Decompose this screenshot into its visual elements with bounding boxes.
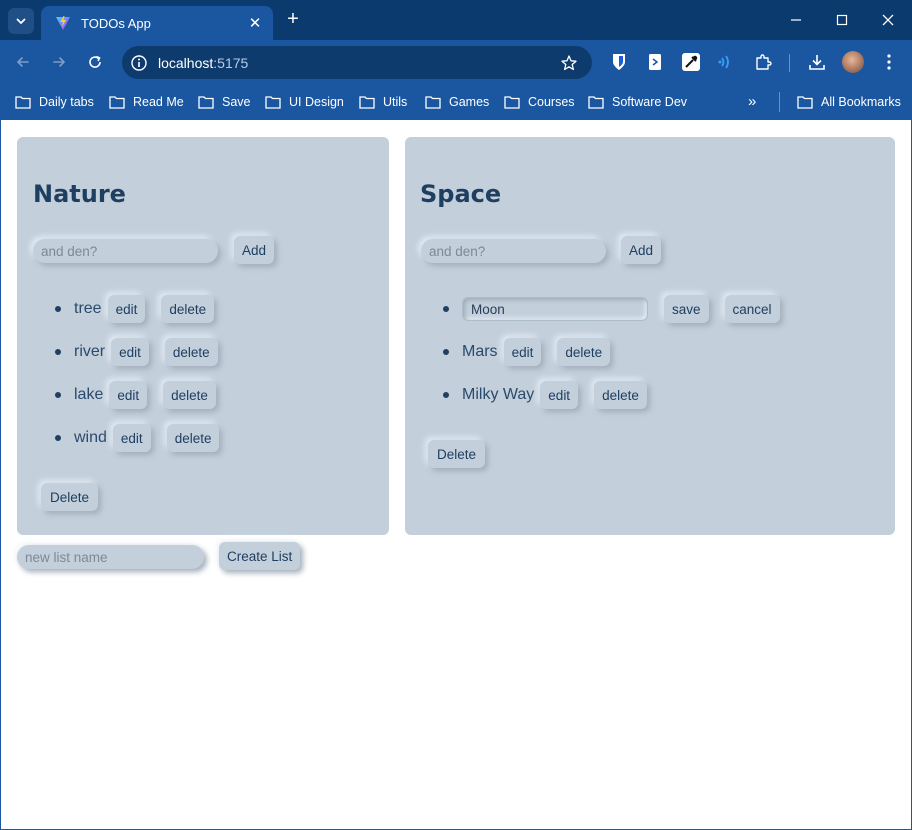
document-extension-icon[interactable] [645, 52, 665, 72]
todo-list-card: Nature Add tree edit delete river edit d… [17, 137, 389, 535]
folder-icon [198, 96, 214, 109]
delete-list-button[interactable]: Delete [41, 483, 99, 511]
info-icon[interactable] [130, 54, 148, 72]
bookmark-folder[interactable]: Software Dev [588, 92, 687, 112]
edit-button[interactable]: edit [503, 338, 542, 366]
color-picker-extension-icon[interactable] [681, 52, 701, 72]
add-todo-button[interactable]: Add [621, 236, 662, 264]
todo-text: Milky Way [462, 386, 535, 403]
delete-todo-button[interactable]: delete [594, 381, 647, 409]
create-list-button[interactable]: Create List [219, 542, 301, 570]
folder-icon [109, 96, 125, 109]
list-item: Mars edit delete [443, 338, 611, 366]
bookmark-folder[interactable]: Daily tabs [15, 92, 94, 112]
folder-icon [588, 96, 604, 109]
profile-avatar[interactable] [842, 51, 864, 73]
edit-button[interactable]: edit [540, 381, 579, 409]
browser-toolbar: localhost:5175 [0, 40, 912, 84]
kebab-menu-icon[interactable] [879, 52, 899, 72]
delete-todo-button[interactable]: delete [166, 424, 220, 452]
bullet [443, 306, 449, 312]
folder-icon [425, 96, 441, 109]
folder-icon [15, 96, 31, 109]
folder-icon [359, 96, 375, 109]
todo-list-card: Space Add save cancel Mars edit delete M… [405, 137, 895, 535]
maximize-icon[interactable] [830, 8, 854, 32]
new-list-name-input[interactable] [17, 545, 204, 569]
add-todo-input[interactable] [33, 239, 218, 263]
bullet [443, 349, 449, 355]
bookmarks-bar: Daily tabs Read Me Save UI Design Utils … [0, 84, 912, 120]
list-item: Milky Way edit delete [443, 381, 647, 409]
forward-icon[interactable] [47, 50, 71, 74]
add-todo-input[interactable] [421, 239, 606, 263]
add-todo-button[interactable]: Add [234, 236, 275, 264]
close-window-icon[interactable] [876, 8, 900, 32]
todo-text: river [74, 343, 106, 360]
list-item: river edit delete [55, 338, 218, 366]
list-item: tree edit delete [55, 295, 215, 323]
delete-todo-button[interactable]: delete [161, 295, 215, 323]
list-item: wind edit delete [55, 424, 220, 452]
bookmark-folder[interactable]: Utils [359, 92, 407, 112]
folder-icon [797, 96, 813, 109]
edit-button[interactable]: edit [112, 424, 151, 452]
bullet [443, 392, 449, 398]
browser-tab[interactable]: TODOs App ✕ [41, 6, 273, 40]
url-text: localhost:5175 [158, 55, 249, 71]
bookmark-folder[interactable]: Games [425, 92, 489, 112]
edit-button[interactable]: edit [109, 381, 148, 409]
more-bookmarks-icon[interactable]: » [748, 93, 756, 110]
toolbar-separator [789, 54, 790, 72]
todo-text: wind [74, 429, 107, 446]
folder-icon [504, 96, 520, 109]
minimize-icon[interactable] [784, 8, 808, 32]
bookmark-folder[interactable]: UI Design [265, 92, 344, 112]
list-title: Nature [33, 180, 126, 208]
bullet [55, 306, 61, 312]
list-item: lake edit delete [55, 381, 216, 409]
bookmarks-separator [779, 92, 780, 112]
bookmark-folder[interactable]: Courses [504, 92, 575, 112]
vite-logo-icon [56, 16, 70, 30]
delete-todo-button[interactable]: delete [557, 338, 611, 366]
edit-button[interactable]: edit [107, 295, 146, 323]
list-item-editing: save cancel [443, 295, 780, 323]
download-icon[interactable] [807, 52, 827, 72]
cancel-button[interactable]: cancel [724, 295, 780, 323]
bullet [55, 349, 61, 355]
bookmark-star-icon[interactable] [560, 54, 578, 72]
all-bookmarks-folder[interactable]: All Bookmarks [797, 92, 901, 112]
todo-text: Mars [462, 343, 498, 360]
bullet [55, 392, 61, 398]
todo-text: lake [74, 386, 104, 403]
todo-text: tree [74, 300, 102, 317]
save-button[interactable]: save [664, 295, 709, 323]
bookmark-folder[interactable]: Read Me [109, 92, 184, 112]
tab-search-button[interactable] [8, 8, 34, 34]
delete-list-button[interactable]: Delete [428, 440, 486, 468]
close-tab-icon[interactable]: ✕ [247, 14, 263, 32]
title-bar: TODOs App ✕ + [0, 0, 912, 40]
bitwarden-extension-icon[interactable] [609, 52, 629, 72]
extensions-puzzle-icon[interactable] [753, 52, 773, 72]
list-title: Space [420, 180, 502, 208]
delete-todo-button[interactable]: delete [163, 381, 216, 409]
tab-title: TODOs App [81, 15, 151, 31]
wifi-extension-icon[interactable] [717, 52, 737, 72]
new-tab-icon[interactable]: + [283, 9, 303, 31]
back-icon[interactable] [11, 50, 35, 74]
delete-todo-button[interactable]: delete [164, 338, 218, 366]
address-bar[interactable]: localhost:5175 [122, 46, 592, 79]
edit-button[interactable]: edit [111, 338, 149, 366]
reload-icon[interactable] [83, 50, 107, 74]
bookmark-folder[interactable]: Save [198, 92, 251, 112]
bullet [55, 435, 61, 441]
folder-icon [265, 96, 281, 109]
chevron-down-icon [16, 18, 26, 25]
edit-todo-input[interactable] [462, 297, 648, 321]
